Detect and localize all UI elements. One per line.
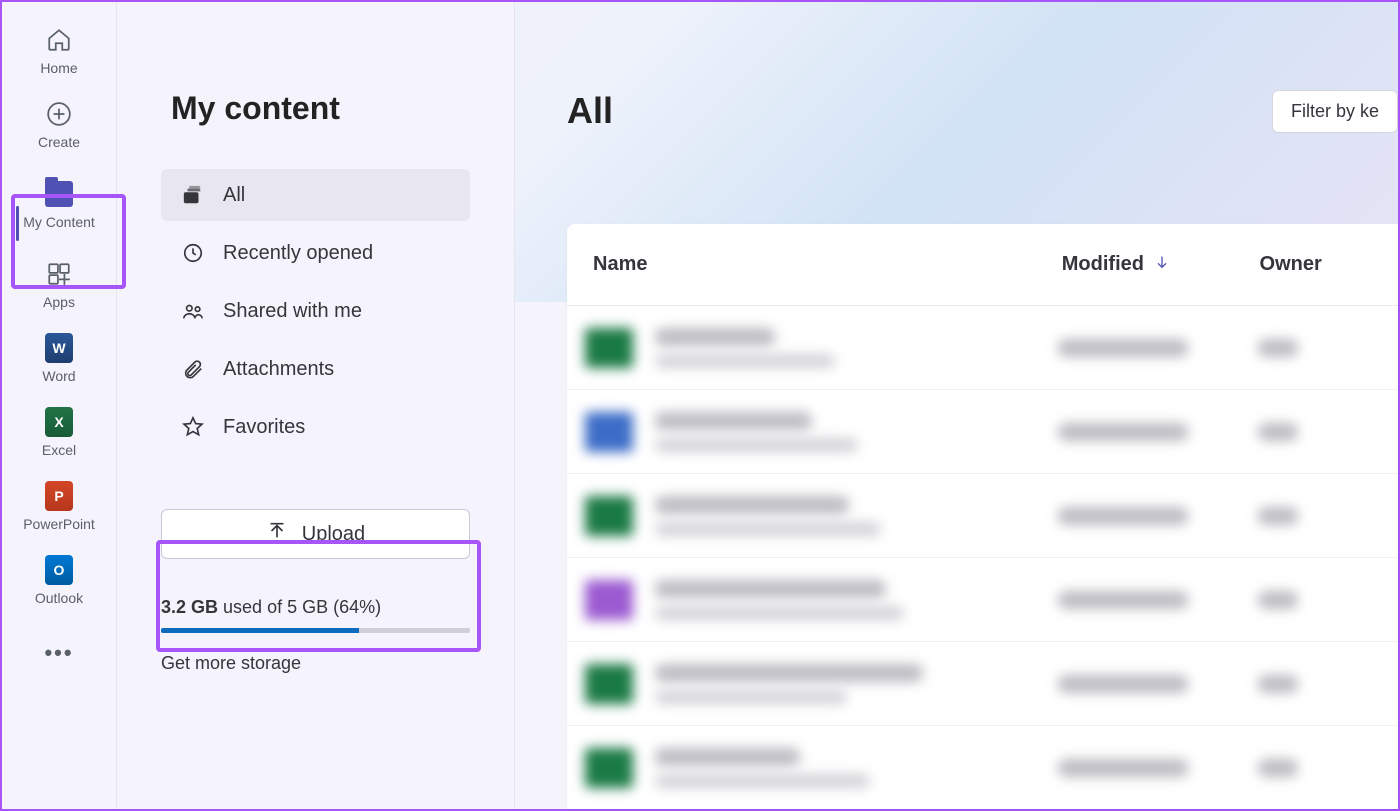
storage-used: 3.2 GB	[161, 597, 218, 617]
nav-attachments[interactable]: Attachments	[161, 343, 470, 395]
home-icon	[45, 26, 73, 54]
table-row[interactable]	[567, 306, 1398, 390]
storage-used-of: used of	[218, 597, 287, 617]
rail-create-label: Create	[38, 134, 80, 150]
table-row[interactable]	[567, 726, 1398, 809]
clock-icon	[181, 241, 205, 265]
word-app-icon: W	[45, 334, 73, 362]
rail-powerpoint[interactable]: P PowerPoint	[2, 470, 116, 544]
rail-active-indicator	[16, 206, 19, 241]
sidebar-nav: All Recently opened Shared with me Attac…	[141, 169, 490, 453]
row-name-cell	[633, 664, 1058, 704]
upload-button[interactable]: Upload	[161, 509, 470, 559]
rail-apps[interactable]: Apps	[2, 248, 116, 322]
row-modified-cell	[1058, 507, 1258, 525]
ellipsis-icon: •••	[44, 640, 73, 666]
nav-favorites[interactable]: Favorites	[161, 401, 470, 453]
rail-outlook[interactable]: O Outlook	[2, 544, 116, 618]
row-modified-cell	[1058, 591, 1258, 609]
sort-descending-icon	[1154, 253, 1170, 276]
rail-powerpoint-label: PowerPoint	[23, 516, 95, 532]
content-sidebar: My content All Recently opened Shared wi…	[117, 2, 515, 809]
row-owner-cell	[1258, 591, 1398, 609]
rail-my-content[interactable]: My Content	[2, 162, 116, 248]
nav-attachments-label: Attachments	[223, 358, 334, 381]
document-type-icon	[585, 748, 633, 788]
document-type-icon	[585, 328, 633, 368]
table-row[interactable]	[567, 390, 1398, 474]
sidebar-title: My content	[141, 90, 490, 127]
get-more-storage-link[interactable]: Get more storage	[161, 653, 470, 674]
rail-word-label: Word	[42, 368, 75, 384]
rail-home[interactable]: Home	[2, 14, 116, 88]
row-name-cell	[633, 496, 1058, 536]
attachment-icon	[181, 357, 205, 381]
nav-all-label: All	[223, 184, 245, 207]
column-modified-label: Modified	[1062, 253, 1144, 276]
storage-progress	[161, 628, 470, 633]
rail-outlook-label: Outlook	[35, 590, 83, 606]
row-owner-cell	[1258, 423, 1398, 441]
storage-text: 3.2 GB used of 5 GB (64%)	[161, 597, 470, 618]
stack-icon	[181, 183, 205, 207]
row-modified-cell	[1058, 339, 1258, 357]
outlook-app-icon: O	[45, 556, 73, 584]
document-type-icon	[585, 580, 633, 620]
storage-percent: (64%)	[333, 597, 381, 617]
rail-more[interactable]: •••	[2, 628, 116, 678]
powerpoint-app-icon: P	[45, 482, 73, 510]
column-name[interactable]: Name	[567, 253, 1062, 276]
document-type-icon	[585, 496, 633, 536]
row-modified-cell	[1058, 423, 1258, 441]
main-heading: All	[567, 90, 613, 132]
storage-total: 5 GB	[287, 597, 328, 617]
table-row[interactable]	[567, 474, 1398, 558]
document-type-icon	[585, 412, 633, 452]
rail-my-content-label: My Content	[23, 214, 95, 230]
nav-all[interactable]: All	[161, 169, 470, 221]
rail-apps-label: Apps	[43, 294, 75, 310]
row-owner-cell	[1258, 507, 1398, 525]
people-icon	[181, 299, 205, 323]
rail-excel[interactable]: X Excel	[2, 396, 116, 470]
rail-create[interactable]: Create	[2, 88, 116, 162]
table-row[interactable]	[567, 642, 1398, 726]
column-owner[interactable]: Owner	[1260, 253, 1398, 276]
folder-icon	[45, 180, 73, 208]
table-row[interactable]	[567, 558, 1398, 642]
nav-favorites-label: Favorites	[223, 416, 305, 439]
nav-recent-label: Recently opened	[223, 242, 373, 265]
rail-excel-label: Excel	[42, 442, 76, 458]
plus-circle-icon	[45, 100, 73, 128]
nav-recently-opened[interactable]: Recently opened	[161, 227, 470, 279]
file-table: Name Modified Owner	[567, 224, 1398, 809]
row-modified-cell	[1058, 759, 1258, 777]
rail-word[interactable]: W Word	[2, 322, 116, 396]
upload-button-label: Upload	[302, 523, 365, 546]
nav-shared-with-me[interactable]: Shared with me	[161, 285, 470, 337]
row-name-cell	[633, 412, 1058, 452]
column-modified[interactable]: Modified	[1062, 253, 1260, 276]
row-name-cell	[633, 580, 1058, 620]
row-name-cell	[633, 328, 1058, 368]
apps-icon	[45, 260, 73, 288]
row-owner-cell	[1258, 675, 1398, 693]
row-owner-cell	[1258, 759, 1398, 777]
storage-progress-fill	[161, 628, 359, 633]
nav-shared-label: Shared with me	[223, 300, 362, 323]
app-rail: Home Create My Content Apps W Word X Ex	[2, 2, 117, 809]
storage-section: 3.2 GB used of 5 GB (64%) Get more stora…	[141, 597, 490, 674]
row-owner-cell	[1258, 339, 1398, 357]
row-modified-cell	[1058, 675, 1258, 693]
table-header: Name Modified Owner	[567, 224, 1398, 306]
upload-arrow-icon	[266, 520, 288, 548]
excel-app-icon: X	[45, 408, 73, 436]
main-content: All Filter by ke Name Modified Owner	[515, 2, 1398, 809]
filter-button[interactable]: Filter by ke	[1272, 90, 1398, 133]
row-name-cell	[633, 748, 1058, 788]
rail-home-label: Home	[40, 60, 77, 76]
document-type-icon	[585, 664, 633, 704]
star-icon	[181, 415, 205, 439]
